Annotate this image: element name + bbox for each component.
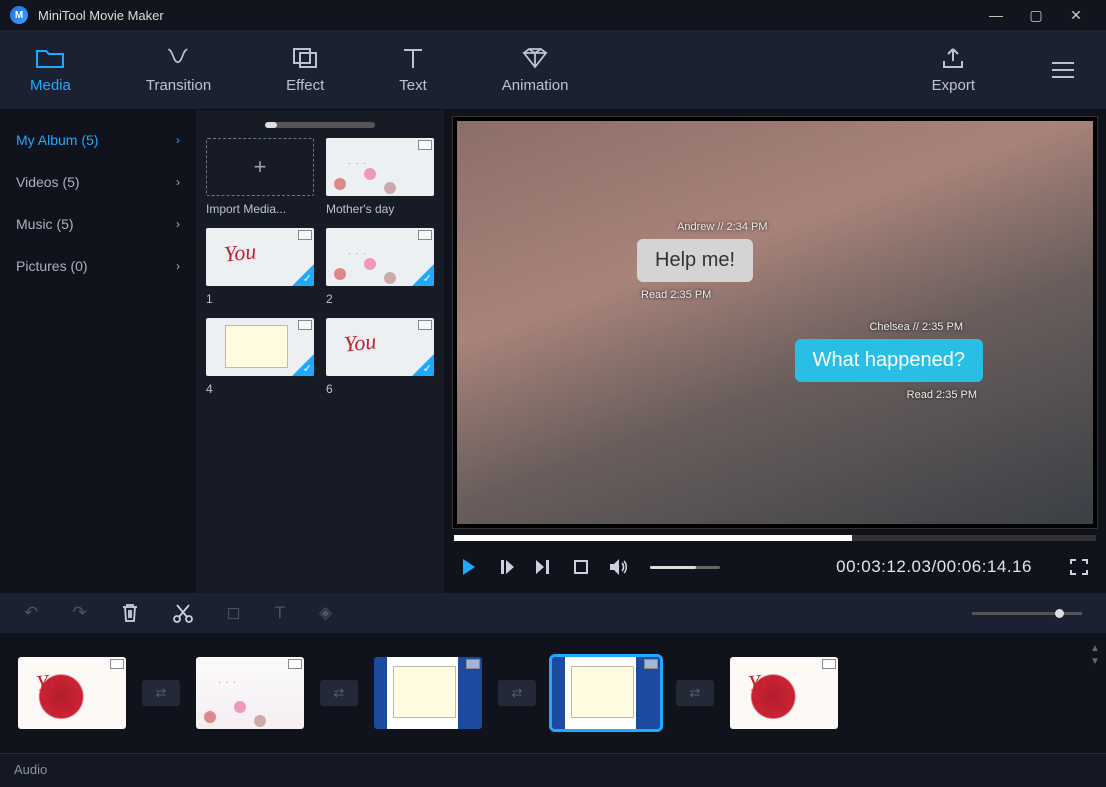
media-item[interactable]: 6: [326, 318, 434, 396]
playback-controls: 00:03:12.03/00:06:14.16: [452, 547, 1098, 587]
timeline-clip[interactable]: [18, 657, 126, 729]
check-icon: [292, 354, 314, 376]
timeline-clip-selected[interactable]: [552, 657, 660, 729]
tab-media[interactable]: Media: [30, 45, 71, 94]
chat-meta: Chelsea // 2:35 PM: [869, 321, 963, 333]
aspect-icon: [418, 230, 432, 240]
horizontal-scrollbar[interactable]: [265, 122, 375, 128]
preview-panel: Andrew // 2:34 PM Help me! Read 2:35 PM …: [444, 110, 1106, 593]
diamond-icon: [520, 45, 550, 71]
sidebar-item-pictures[interactable]: Pictures (0) ›: [10, 250, 186, 282]
chat-bubble: What happened?: [795, 339, 983, 382]
effect-icon: [292, 45, 318, 71]
chevron-right-icon: ›: [176, 217, 180, 231]
timeline-clip[interactable]: [730, 657, 838, 729]
media-item[interactable]: Mother's day: [326, 138, 434, 216]
titlebar: M MiniTool Movie Maker — ▢ ✕: [0, 0, 1106, 30]
sidebar-item-music[interactable]: Music (5) ›: [10, 208, 186, 240]
folder-icon: [36, 45, 64, 71]
volume-button[interactable]: [610, 559, 628, 575]
timeline-clip[interactable]: [196, 657, 304, 729]
next-frame-button[interactable]: [536, 560, 552, 574]
chat-read: Read 2:35 PM: [641, 289, 711, 301]
export-icon: [941, 45, 965, 71]
media-item[interactable]: 4: [206, 318, 314, 396]
scroll-down-icon[interactable]: ▼: [1090, 656, 1100, 667]
transition-slot[interactable]: ⇄: [142, 680, 180, 706]
export-button[interactable]: Export: [932, 45, 975, 94]
check-icon: [412, 354, 434, 376]
check-icon: [412, 264, 434, 286]
tab-transition[interactable]: Transition: [146, 45, 211, 94]
chat-bubble: Help me!: [637, 239, 753, 282]
app-root: M MiniTool Movie Maker — ▢ ✕ Media Trans…: [0, 0, 1106, 787]
preview-video[interactable]: Andrew // 2:34 PM Help me! Read 2:35 PM …: [452, 116, 1098, 529]
check-icon: [292, 264, 314, 286]
scroll-up-icon[interactable]: ▲: [1090, 643, 1100, 654]
main-area: My Album (5) › Videos (5) › Music (5) › …: [0, 110, 1106, 593]
undo-button[interactable]: ↶: [24, 603, 38, 623]
transition-icon: [165, 45, 193, 71]
sidebar: My Album (5) › Videos (5) › Music (5) › …: [0, 110, 196, 593]
chevron-right-icon: ›: [176, 175, 180, 189]
media-item[interactable]: 1: [206, 228, 314, 306]
text-tool-button[interactable]: T: [275, 603, 285, 623]
aspect-icon: [418, 320, 432, 330]
aspect-icon: [298, 320, 312, 330]
chevron-right-icon: ›: [176, 259, 180, 273]
plus-icon: +: [206, 138, 314, 196]
playback-progress[interactable]: [454, 535, 1096, 541]
minimize-button[interactable]: —: [976, 7, 1016, 23]
transition-slot[interactable]: ⇄: [320, 680, 358, 706]
timeline[interactable]: ⇄ ⇄ ⇄ ⇄ ▲ ▼: [0, 633, 1106, 753]
app-title: MiniTool Movie Maker: [38, 8, 164, 23]
crop-button[interactable]: ◻: [227, 603, 241, 623]
audio-track[interactable]: Audio: [0, 753, 1106, 787]
transition-slot[interactable]: ⇄: [676, 680, 714, 706]
sidebar-item-videos[interactable]: Videos (5) ›: [10, 166, 186, 198]
import-media-button[interactable]: + Import Media...: [206, 138, 314, 216]
main-tabs: Media Transition Effect Text Animation: [0, 30, 1106, 110]
redo-button[interactable]: ↷: [72, 603, 86, 623]
timecode: 00:03:12.03/00:06:14.16: [836, 557, 1032, 577]
tab-effect[interactable]: Effect: [286, 45, 324, 94]
aspect-icon: [418, 140, 432, 150]
hamburger-menu-button[interactable]: [1050, 60, 1076, 80]
edit-toolbar: ↶ ↷ ◻ T ◈: [0, 593, 1106, 633]
aspect-icon: [298, 230, 312, 240]
maximize-button[interactable]: ▢: [1016, 7, 1056, 24]
close-button[interactable]: ✕: [1056, 7, 1096, 24]
timeline-clip[interactable]: [374, 657, 482, 729]
prev-frame-button[interactable]: [498, 560, 514, 574]
effect-tool-button[interactable]: ◈: [319, 603, 332, 623]
chevron-right-icon: ›: [176, 133, 180, 147]
app-logo-icon: M: [10, 6, 28, 24]
chat-meta: Andrew // 2:34 PM: [677, 221, 768, 233]
fullscreen-button[interactable]: [1070, 559, 1088, 575]
sidebar-item-my-album[interactable]: My Album (5) ›: [10, 124, 186, 156]
media-item[interactable]: 2: [326, 228, 434, 306]
media-panel: + Import Media... Mother's day 1 2: [196, 110, 444, 593]
text-icon: [401, 45, 425, 71]
timeline-zoom-slider[interactable]: [972, 612, 1082, 615]
timeline-vertical-scroll[interactable]: ▲ ▼: [1090, 643, 1100, 667]
chat-read: Read 2:35 PM: [907, 389, 977, 401]
delete-button[interactable]: [121, 603, 139, 623]
transition-slot[interactable]: ⇄: [498, 680, 536, 706]
tab-text[interactable]: Text: [399, 45, 427, 94]
tab-animation[interactable]: Animation: [502, 45, 569, 94]
volume-slider[interactable]: [650, 566, 720, 569]
play-button[interactable]: [462, 559, 476, 575]
split-button[interactable]: [173, 603, 193, 623]
stop-button[interactable]: [574, 560, 588, 574]
